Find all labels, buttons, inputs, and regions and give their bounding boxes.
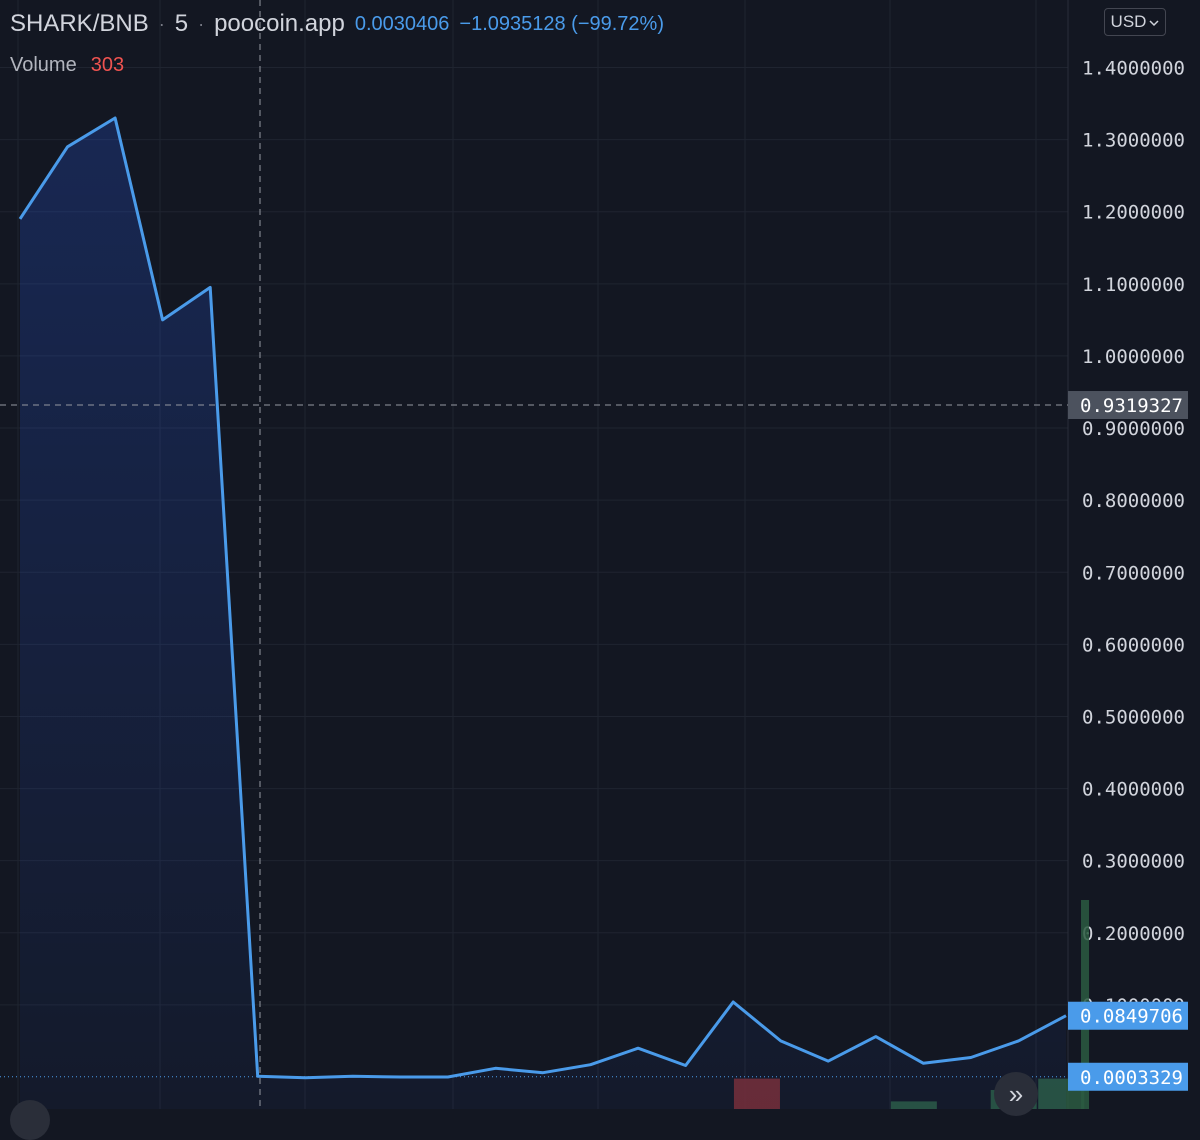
price-axis-tick-label: 1.1000000: [1082, 274, 1185, 296]
price-change: −1.0935128 (−99.72%): [459, 13, 664, 36]
current-price-label: 0.0849706: [1080, 1006, 1183, 1028]
chart-canvas[interactable]: 1.4000000 1.3000000 1.2000000 1.1000000 1.00…: [0, 0, 1200, 1109]
price-axis-tick-label: 0.7000000: [1082, 562, 1185, 584]
chevron-down-icon: [1149, 12, 1159, 32]
scroll-to-realtime-button[interactable]: »: [994, 1072, 1038, 1116]
price-axis-tick-label: 0.2000000: [1082, 923, 1185, 945]
last-price: 0.0030406: [355, 13, 450, 36]
price-axis-tick-label: 0.9000000: [1082, 418, 1185, 440]
price-axis-tick-label: 1.0000000: [1082, 346, 1185, 368]
legend-separator: ·: [159, 14, 165, 35]
price-axis-tick-label: 0.6000000: [1082, 634, 1185, 656]
chart-settings-button[interactable]: [10, 1100, 50, 1140]
symbol-name[interactable]: SHARK/BNB: [10, 10, 149, 38]
price-axis-tick-label: 0.5000000: [1082, 706, 1185, 728]
price-axis-tick-label: 1.3000000: [1082, 130, 1185, 152]
price-axis-tick-label: 0.8000000: [1082, 490, 1185, 512]
price-axis-tick-label: 1.2000000: [1082, 202, 1185, 224]
source-name: poocoin.app: [214, 10, 345, 38]
legend-separator: ·: [198, 14, 204, 35]
currency-selector[interactable]: USD: [1104, 8, 1166, 36]
double-chevron-right-icon: »: [1009, 1079, 1023, 1110]
volume-label: Volume: [10, 54, 77, 77]
price-axis-tick-label: 0.3000000: [1082, 851, 1185, 873]
crosshair-price-label: 0.9319327: [1080, 395, 1183, 417]
interval[interactable]: 5: [175, 10, 188, 38]
price-axis-tick-label: 1.4000000: [1082, 58, 1185, 80]
low-price-label: 0.0003329: [1080, 1067, 1183, 1089]
price-chart[interactable]: 1.4000000 1.3000000 1.2000000 1.1000000 1.00…: [0, 0, 1200, 1109]
symbol-legend: SHARK/BNB · 5 · poocoin.app 0.0030406 −1…: [10, 10, 664, 38]
price-axis-tick-label: 0.4000000: [1082, 779, 1185, 801]
volume-value: 303: [91, 54, 124, 77]
volume-legend: Volume 303: [10, 54, 124, 77]
currency-label: USD: [1111, 12, 1147, 32]
